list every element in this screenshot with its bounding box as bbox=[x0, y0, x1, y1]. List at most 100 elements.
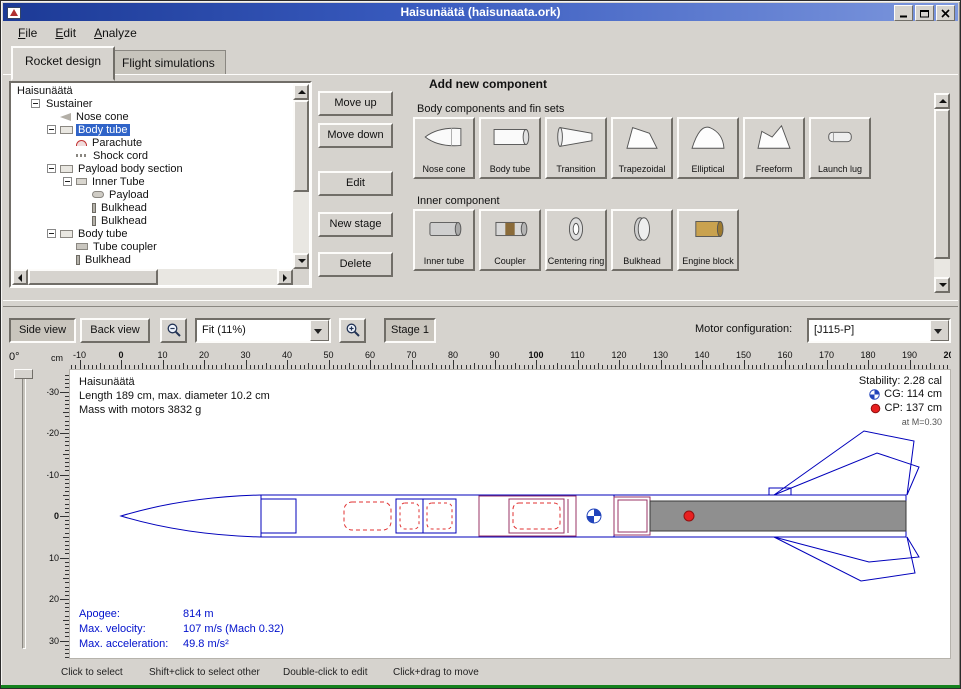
ruler-label: 190 bbox=[902, 350, 917, 360]
component-button-label: Body tube bbox=[490, 165, 531, 174]
ruler-label: 50 bbox=[323, 350, 333, 360]
tree-item-payload[interactable]: Payload bbox=[12, 188, 293, 201]
scroll-down-button[interactable] bbox=[293, 253, 309, 269]
add-trapezoidal-button[interactable]: Trapezoidal bbox=[611, 117, 673, 179]
elliptical-icon bbox=[686, 122, 730, 152]
zoom-select[interactable]: Fit (11%) bbox=[195, 318, 331, 343]
parachute-icon bbox=[76, 140, 87, 146]
add-nose-cone-button[interactable]: Nose cone bbox=[413, 117, 475, 179]
tree-item-sustainer[interactable]: Sustainer bbox=[12, 97, 293, 110]
tab-bar: Rocket designFlight simulations bbox=[3, 46, 958, 75]
add-panel-scrollbar[interactable] bbox=[934, 93, 950, 293]
tree-item-parachute[interactable]: Parachute bbox=[12, 136, 293, 149]
tree-item-bulkhead[interactable]: Bulkhead bbox=[12, 253, 293, 266]
minimize-button[interactable] bbox=[894, 5, 913, 21]
scroll-up-button[interactable] bbox=[293, 84, 309, 100]
tab-rocket-design[interactable]: Rocket design bbox=[11, 46, 115, 81]
maximize-button[interactable] bbox=[915, 5, 934, 21]
scroll-right-button[interactable] bbox=[277, 269, 293, 285]
button-edit[interactable]: Edit bbox=[318, 171, 393, 196]
tree-item-body-tube[interactable]: Body tube bbox=[12, 227, 293, 240]
tree-item-inner-tube[interactable]: Inner Tube bbox=[12, 175, 293, 188]
tree-item-shock-cord[interactable]: Shock cord bbox=[12, 149, 293, 162]
ruler-label: -10 bbox=[47, 470, 59, 480]
tree-item-label: Body tube bbox=[76, 124, 130, 136]
tab-flight-simulations[interactable]: Flight simulations bbox=[111, 50, 226, 75]
add-elliptical-button[interactable]: Elliptical bbox=[677, 117, 739, 179]
tree-item-nose-cone[interactable]: Nose cone bbox=[12, 110, 293, 123]
tree-expander[interactable] bbox=[63, 177, 72, 186]
status-hint: Click+drag to move bbox=[393, 667, 479, 678]
scrollbar-thumb[interactable] bbox=[28, 269, 158, 285]
tree-item-payload-body-section[interactable]: Payload body section bbox=[12, 162, 293, 175]
tree-item-tube-coupler[interactable]: Tube coupler bbox=[12, 240, 293, 253]
tree-vertical-scrollbar[interactable] bbox=[293, 84, 309, 269]
tree-action-buttons: Move up Move down Edit New stage Delete bbox=[318, 81, 394, 291]
menu-analyze[interactable]: Analyze bbox=[85, 23, 146, 43]
tree-item-body-tube[interactable]: Body tube bbox=[12, 123, 293, 136]
chevron-down-icon[interactable] bbox=[310, 320, 329, 341]
tree-expander[interactable] bbox=[47, 125, 56, 134]
tree-item-label: Nose cone bbox=[74, 111, 131, 123]
button-move-down[interactable]: Move down bbox=[318, 123, 393, 148]
tree-horizontal-scrollbar[interactable] bbox=[12, 269, 293, 285]
add-bulkhead-button[interactable]: Bulkhead bbox=[611, 209, 673, 271]
scroll-left-button[interactable] bbox=[12, 269, 28, 285]
menu-file[interactable]: File bbox=[9, 23, 46, 43]
bulkhead-icon bbox=[76, 255, 80, 265]
ruler-unit-label: cm bbox=[47, 353, 67, 367]
flight-stat-row: Max. velocity:107 m/s (Mach 0.32) bbox=[79, 623, 284, 638]
tree-expander[interactable] bbox=[47, 164, 56, 173]
add-centering-ring-button[interactable]: Centering ring bbox=[545, 209, 607, 271]
tree-item-haisun-t-[interactable]: Haisunäätä bbox=[12, 84, 293, 97]
zoom-in-button[interactable] bbox=[339, 318, 366, 343]
button-new-stage[interactable]: New stage bbox=[318, 212, 393, 237]
add-inner-tube-button[interactable]: Inner tube bbox=[413, 209, 475, 271]
scroll-up-button[interactable] bbox=[934, 93, 950, 109]
add-engine-block-button[interactable]: Engine block bbox=[677, 209, 739, 271]
add-body-tube-button[interactable]: Body tube bbox=[479, 117, 541, 179]
tree-item-bulkhead[interactable]: Bulkhead bbox=[12, 201, 293, 214]
tree-item-bulkhead[interactable]: Bulkhead bbox=[12, 214, 293, 227]
scrollbar-thumb[interactable] bbox=[934, 109, 950, 259]
component-button-label: Coupler bbox=[494, 257, 526, 266]
add-freeform-button[interactable]: Freeform bbox=[743, 117, 805, 179]
menu-edit[interactable]: Edit bbox=[46, 23, 85, 43]
motor-configuration-select[interactable]: [J115-P] bbox=[807, 318, 951, 343]
component-row-1: Inner tube Coupler Centering ringBulkheadE… bbox=[413, 209, 739, 271]
freeform-icon bbox=[752, 122, 796, 152]
tree-item-label: Payload body section bbox=[76, 163, 185, 175]
magnifier-plus-icon bbox=[345, 322, 361, 338]
rocket-mass: Mass with motors 3832 g bbox=[79, 403, 270, 417]
rocket-name: Haisunäätä bbox=[79, 375, 270, 389]
scroll-down-button[interactable] bbox=[934, 277, 950, 293]
add-launch-lug-button[interactable]: Launch lug bbox=[809, 117, 871, 179]
splitter[interactable] bbox=[3, 300, 958, 307]
group-label-inner-component: Inner component bbox=[417, 195, 500, 207]
side-view-button[interactable]: Side view bbox=[9, 318, 76, 343]
back-view-button[interactable]: Back view bbox=[80, 318, 150, 343]
ruler-label: 60 bbox=[365, 350, 375, 360]
add-coupler-button[interactable]: Coupler bbox=[479, 209, 541, 271]
tree-expander[interactable] bbox=[31, 99, 40, 108]
close-button[interactable] bbox=[936, 5, 955, 21]
chevron-down-icon[interactable] bbox=[930, 320, 949, 341]
tree-item-label: Payload bbox=[107, 189, 151, 201]
rotation-slider-thumb[interactable] bbox=[14, 369, 33, 379]
button-move-up[interactable]: Move up bbox=[318, 91, 393, 116]
stage-1-button[interactable]: Stage 1 bbox=[384, 318, 436, 343]
scrollbar-thumb[interactable] bbox=[293, 100, 309, 192]
add-transition-button[interactable]: Transition bbox=[545, 117, 607, 179]
tree-expander[interactable] bbox=[47, 229, 56, 238]
stability-value: Stability: 2.28 cal bbox=[859, 375, 942, 387]
tree-rows[interactable]: HaisunäätäSustainerNose coneBody tubePar… bbox=[12, 84, 293, 269]
button-delete[interactable]: Delete bbox=[318, 252, 393, 277]
ruler-label: -10 bbox=[73, 350, 86, 360]
rocket-view-canvas[interactable]: Haisunäätä Length 189 cm, max. diameter … bbox=[69, 369, 951, 659]
ruler-label: 100 bbox=[528, 350, 543, 360]
zoom-out-button[interactable] bbox=[160, 318, 187, 343]
nosecone-icon bbox=[60, 113, 71, 121]
magnifier-minus-icon bbox=[166, 322, 182, 338]
rotation-slider-track[interactable] bbox=[22, 373, 26, 649]
flight-stat-value: 49.8 m/s² bbox=[183, 638, 229, 653]
